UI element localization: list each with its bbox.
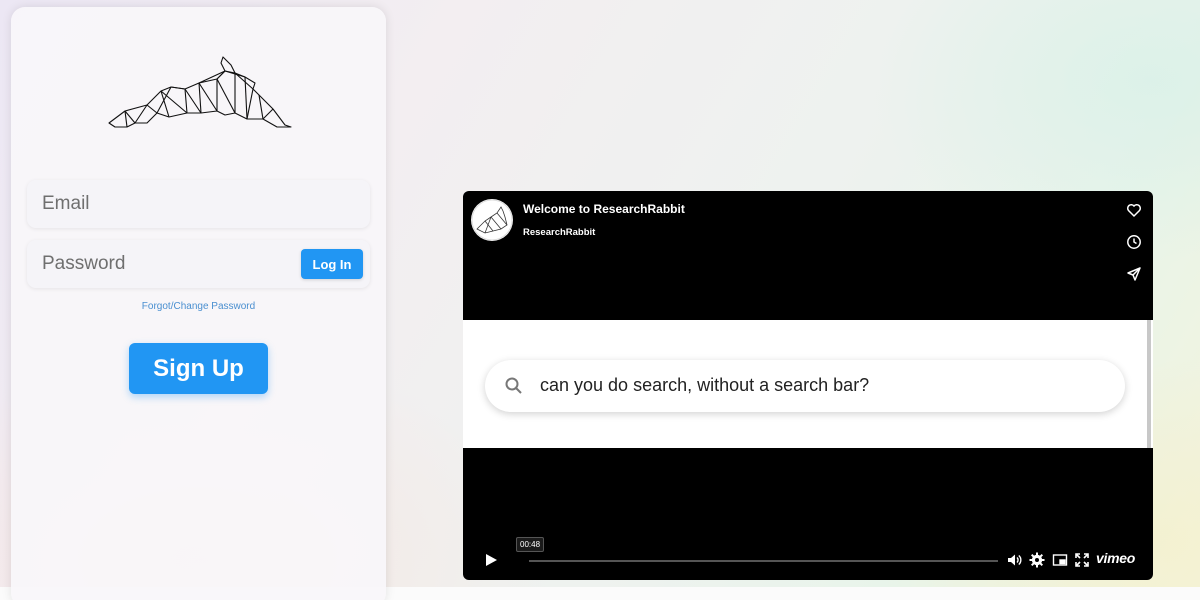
rabbit-logo [108,56,292,128]
pip-icon[interactable] [1052,552,1068,568]
video-player[interactable]: Welcome to ResearchRabbit ResearchRabbit… [463,191,1153,580]
volume-icon[interactable] [1006,552,1022,568]
fullscreen-icon[interactable] [1074,552,1090,568]
email-placeholder: Email [42,193,90,214]
video-frame: can you do search, without a search bar? [463,320,1153,448]
clock-icon[interactable] [1126,234,1142,250]
video-search-bar: can you do search, without a search bar? [485,360,1125,412]
login-card: Email Password Log In Forgot/Change Pass… [11,7,386,600]
video-title[interactable]: Welcome to ResearchRabbit [523,202,685,216]
time-tooltip: 00:48 [516,537,545,552]
signup-button[interactable]: Sign Up [129,343,268,394]
search-icon [505,377,522,394]
forgot-password-link[interactable]: Forgot/Change Password [11,301,386,312]
vimeo-logo[interactable]: vimeo [1096,550,1135,566]
channel-avatar[interactable] [471,199,513,241]
player-controls: 00:48 vimeo [463,531,1153,580]
frame-scrollbar [1147,320,1151,448]
send-icon[interactable] [1126,266,1142,282]
password-field[interactable]: Password Log In [27,240,370,288]
heart-icon[interactable] [1126,202,1142,218]
email-field[interactable]: Email [27,180,370,228]
play-icon[interactable] [483,552,499,568]
video-channel[interactable]: ResearchRabbit [523,227,595,238]
progress-bar[interactable] [529,560,998,562]
settings-icon[interactable] [1029,552,1045,568]
login-button[interactable]: Log In [301,249,363,279]
avatar-rabbit-icon [471,199,513,241]
video-search-text: can you do search, without a search bar? [540,375,870,395]
password-placeholder: Password [42,253,126,274]
